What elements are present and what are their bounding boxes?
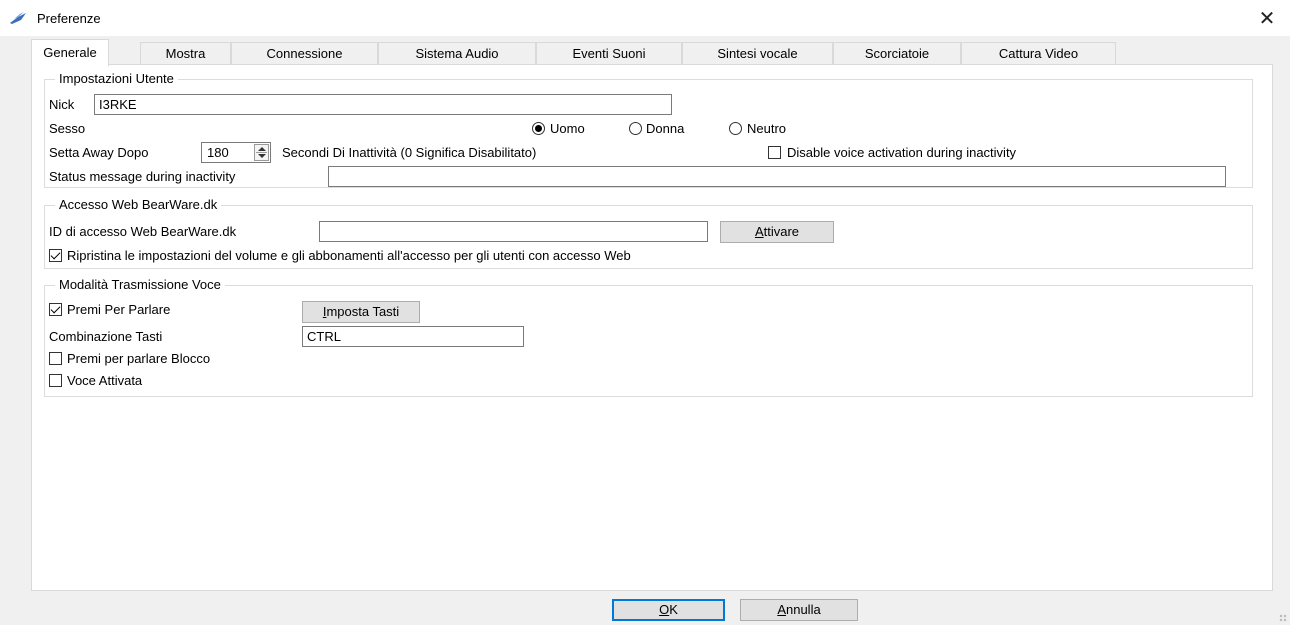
tab-generale[interactable]: Generale [31, 39, 109, 66]
away-label: Setta Away Dopo [49, 145, 149, 160]
away-seconds-spinner[interactable]: 180 [201, 142, 271, 163]
tab-connessione[interactable]: Connessione [231, 42, 378, 64]
ptt-lock-checkbox[interactable] [49, 352, 62, 365]
tab-scorciatoie[interactable]: Scorciatoie [833, 42, 961, 64]
key-combo-label: Combinazione Tasti [49, 329, 163, 344]
web-login-group: Accesso Web BearWare.dk ID di accesso We… [44, 197, 1253, 269]
spinner-up-icon[interactable] [258, 147, 266, 151]
group-title: Impostazioni Utente [55, 71, 178, 87]
gender-neutral-label: Neutro [747, 121, 787, 136]
push-to-talk-label: Premi Per Parlare [67, 302, 171, 317]
cancel-button[interactable]: Annulla [740, 599, 858, 621]
away-seconds-value: 180 [207, 145, 229, 160]
gender-female-label: Donna [646, 121, 685, 136]
window-title: Preferenze [37, 11, 101, 26]
status-message-input[interactable] [328, 166, 1226, 187]
tab-panel-generale: Impostazioni Utente Nick I3RKE Sesso Uom… [31, 64, 1273, 591]
push-to-talk-checkbox[interactable] [49, 303, 62, 316]
activate-label: ttivare [763, 224, 800, 239]
title-bar: Preferenze ✕ [0, 0, 1290, 36]
nick-label: Nick [49, 97, 75, 112]
spinner-divider [256, 152, 267, 153]
gender-female-radio[interactable] [629, 122, 642, 135]
tab-eventi-suoni[interactable]: Eventi Suoni [536, 42, 682, 64]
ok-button[interactable]: OK [612, 599, 725, 621]
group-title: Modalità Trasmissione Voce [55, 277, 225, 293]
cancel-accel: A [777, 602, 786, 617]
app-logo-icon [10, 12, 26, 24]
voice-activated-checkbox[interactable] [49, 374, 62, 387]
voice-activated-label: Voce Attivata [67, 373, 143, 388]
gender-male-label: Uomo [550, 121, 585, 136]
spinner-down-icon[interactable] [258, 154, 266, 158]
voice-tx-group: Modalità Trasmissione Voce Premi Per Par… [44, 277, 1253, 397]
nick-input[interactable]: I3RKE [94, 94, 672, 115]
tab-cattura-video[interactable]: Cattura Video [961, 42, 1116, 64]
web-login-id-label: ID di accesso Web BearWare.dk [49, 224, 237, 239]
cancel-label: nnulla [785, 602, 821, 617]
status-message-label: Status message during inactivity [49, 169, 236, 184]
restore-settings-checkbox[interactable] [49, 249, 62, 262]
restore-settings-label: Ripristina le impostazioni del volume e … [67, 248, 631, 263]
activate-accel: A [754, 224, 764, 239]
key-combo-input[interactable]: CTRL [302, 326, 524, 347]
gender-label: Sesso [49, 121, 86, 136]
disable-voice-checkbox[interactable] [768, 146, 781, 159]
set-keys-button[interactable]: Imposta Tasti [302, 301, 420, 323]
gender-male-radio[interactable] [532, 122, 545, 135]
ok-accel: O [659, 602, 670, 617]
tab-sintesi-vocale[interactable]: Sintesi vocale [682, 42, 833, 64]
user-settings-group: Impostazioni Utente Nick I3RKE Sesso Uom… [44, 71, 1253, 188]
spinner-arrows-icon[interactable] [254, 144, 269, 161]
gender-neutral-radio[interactable] [729, 122, 742, 135]
activate-button[interactable]: Attivare [720, 221, 834, 243]
set-keys-label: mposta Tasti [326, 304, 400, 319]
disable-voice-label: Disable voice activation during inactivi… [787, 145, 1017, 160]
tab-sistema-audio[interactable]: Sistema Audio [378, 42, 536, 64]
away-suffix-label: Secondi Di Inattività (0 Significa Disab… [282, 145, 537, 160]
resize-grip-icon[interactable] [1279, 614, 1287, 622]
close-icon[interactable]: ✕ [1244, 0, 1290, 36]
web-login-id-input[interactable] [319, 221, 708, 242]
group-title: Accesso Web BearWare.dk [55, 197, 222, 213]
ptt-lock-label: Premi per parlare Blocco [67, 351, 211, 366]
ok-label: K [669, 602, 678, 617]
tab-mostra[interactable]: Mostra [140, 42, 231, 64]
